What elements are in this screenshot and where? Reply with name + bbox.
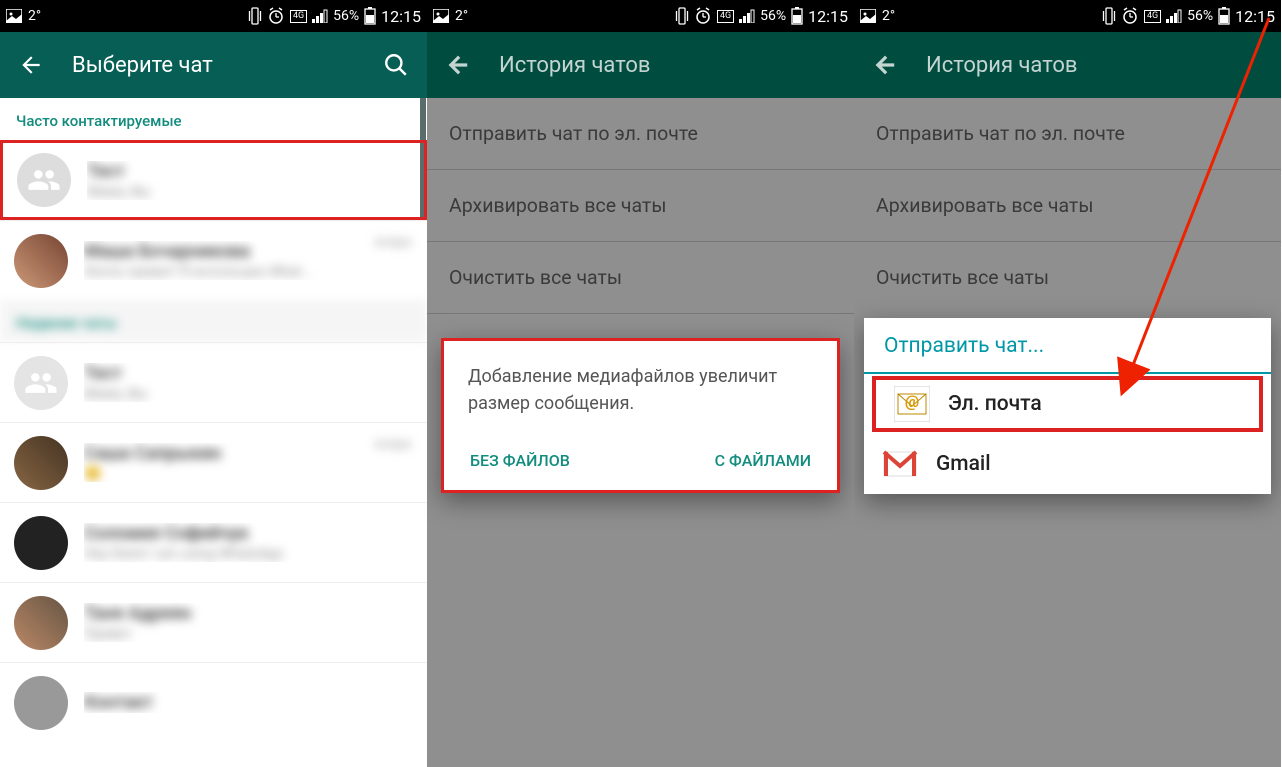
chat-item[interactable]: Саша Сапрыкин 😊 вчера bbox=[0, 422, 427, 502]
settings-item-email-chat[interactable]: Отправить чат по эл. почте bbox=[427, 98, 854, 170]
chat-list: Часто контактируемые Тест Мама, Вы Маша … bbox=[0, 98, 427, 767]
chat-name: Таня Адреян bbox=[84, 603, 413, 624]
status-battery-pct: 56% bbox=[1187, 8, 1213, 24]
title-bar: История чатов bbox=[854, 32, 1281, 98]
avatar bbox=[14, 234, 68, 288]
avatar bbox=[14, 436, 68, 490]
page-title: История чатов bbox=[926, 53, 1263, 78]
share-option-label: Gmail bbox=[936, 452, 991, 476]
screen-chat-history-dialog: 2° 4G 56% 12:15 История чатов Отправить … bbox=[427, 0, 854, 767]
network-4g-icon: 4G bbox=[1144, 10, 1161, 23]
without-files-button[interactable]: БЕЗ ФАЙЛОВ bbox=[468, 445, 572, 476]
status-temp: 2° bbox=[882, 8, 895, 24]
share-sheet: Отправить чат... @ Эл. почта Gmail bbox=[864, 318, 1271, 494]
share-option-email[interactable]: @ Эл. почта bbox=[872, 376, 1263, 432]
chat-subtitle: Хелло привет! Я использую What... bbox=[84, 264, 413, 280]
title-bar: История чатов bbox=[427, 32, 854, 98]
signal-icon bbox=[739, 9, 755, 23]
signal-icon bbox=[1166, 9, 1182, 23]
page-title: История чатов bbox=[499, 53, 836, 78]
chat-name: Контакт bbox=[84, 692, 413, 713]
share-option-label: Эл. почта bbox=[948, 392, 1042, 416]
email-app-icon: @ bbox=[894, 386, 930, 422]
chat-name: Саша Сапрыкин bbox=[84, 443, 413, 464]
chat-subtitle: Привет bbox=[84, 626, 413, 642]
picture-icon bbox=[860, 9, 876, 23]
avatar bbox=[14, 676, 68, 730]
vibrate-icon bbox=[1102, 7, 1116, 25]
chat-item[interactable]: Соломия Софийчук Hey there! I am using Wh… bbox=[0, 502, 427, 582]
back-icon[interactable] bbox=[872, 52, 898, 78]
vibrate-icon bbox=[248, 7, 262, 25]
chat-name: Маша Бочарникова bbox=[84, 241, 413, 262]
chat-time: вчера bbox=[375, 437, 411, 452]
alarm-icon bbox=[1121, 7, 1139, 25]
gmail-app-icon bbox=[882, 446, 918, 482]
network-4g-icon: 4G bbox=[290, 10, 307, 23]
chat-item[interactable]: Контакт bbox=[0, 662, 427, 742]
chat-item[interactable]: Таня Адреян Привет bbox=[0, 582, 427, 662]
media-confirm-dialog: Добавление медиафайлов увеличит размер с… bbox=[441, 338, 840, 493]
battery-icon bbox=[1218, 7, 1230, 25]
page-title: Выберите чат bbox=[72, 53, 383, 78]
battery-icon bbox=[791, 7, 803, 25]
vibrate-icon bbox=[675, 7, 689, 25]
chat-item[interactable]: Тест Мама, Вы bbox=[0, 342, 427, 422]
back-icon[interactable] bbox=[18, 52, 44, 78]
status-temp: 2° bbox=[455, 8, 468, 24]
dialog-message: Добавление медиафайлов увеличит размер с… bbox=[468, 363, 813, 417]
share-sheet-title: Отправить чат... bbox=[864, 318, 1271, 374]
section-header-recent: Недвние чаты bbox=[0, 300, 427, 342]
status-bar: 2° 4G 56% 12:15 bbox=[0, 0, 427, 32]
chat-subtitle: 😊 bbox=[84, 466, 413, 482]
signal-icon bbox=[312, 9, 328, 23]
title-bar: Выберите чат bbox=[0, 32, 427, 98]
status-time: 12:15 bbox=[381, 7, 421, 26]
chat-subtitle: Мама, Вы bbox=[87, 184, 410, 200]
chat-name: Соломия Софийчук bbox=[84, 523, 413, 544]
settings-item-email-chat[interactable]: Отправить чат по эл. почте bbox=[854, 98, 1281, 170]
chat-subtitle: Мама, Вы bbox=[84, 386, 413, 402]
alarm-icon bbox=[694, 7, 712, 25]
chat-item-highlighted[interactable]: Тест Мама, Вы bbox=[0, 140, 427, 220]
with-files-button[interactable]: С ФАЙЛАМИ bbox=[713, 445, 813, 476]
status-battery-pct: 56% bbox=[760, 8, 786, 24]
battery-icon bbox=[364, 7, 376, 25]
svg-text:@: @ bbox=[905, 392, 919, 411]
screen-chat-history-share: 2° 4G 56% 12:15 История чатов Отправить … bbox=[854, 0, 1281, 767]
search-icon[interactable] bbox=[383, 52, 409, 78]
avatar bbox=[14, 516, 68, 570]
status-temp: 2° bbox=[28, 8, 41, 24]
settings-item-clear-all[interactable]: Очистить все чаты bbox=[427, 242, 854, 314]
chat-time: вчера bbox=[375, 235, 411, 250]
picture-icon bbox=[6, 9, 22, 23]
settings-item-clear-all[interactable]: Очистить все чаты bbox=[854, 242, 1281, 313]
group-avatar-icon bbox=[14, 356, 68, 410]
status-bar: 2° 4G 56% 12:15 bbox=[854, 0, 1281, 32]
screen-select-chat: 2° 4G 56% 12:15 Выберите чат Часто конта… bbox=[0, 0, 427, 767]
status-battery-pct: 56% bbox=[333, 8, 359, 24]
settings-item-archive-all[interactable]: Архивировать все чаты bbox=[427, 170, 854, 242]
chat-name: Тест bbox=[87, 161, 410, 182]
section-header-frequent: Часто контактируемые bbox=[0, 98, 427, 140]
chat-subtitle: Hey there! I am using WhatsApp bbox=[84, 546, 413, 562]
status-time: 12:15 bbox=[808, 7, 848, 26]
status-time: 12:15 bbox=[1235, 7, 1275, 26]
settings-list: Отправить чат по эл. почте Архивировать … bbox=[427, 98, 854, 767]
chat-item[interactable]: Маша Бочарникова Хелло привет! Я использ… bbox=[0, 220, 427, 300]
status-bar: 2° 4G 56% 12:15 bbox=[427, 0, 854, 32]
back-icon[interactable] bbox=[445, 52, 471, 78]
settings-list: Отправить чат по эл. почте Архивировать … bbox=[854, 98, 1281, 767]
alarm-icon bbox=[267, 7, 285, 25]
avatar bbox=[14, 596, 68, 650]
picture-icon bbox=[433, 9, 449, 23]
share-option-gmail[interactable]: Gmail bbox=[864, 434, 1271, 494]
group-avatar-icon bbox=[17, 153, 71, 207]
settings-item-archive-all[interactable]: Архивировать все чаты bbox=[854, 170, 1281, 242]
chat-name: Тест bbox=[84, 363, 413, 384]
network-4g-icon: 4G bbox=[717, 10, 734, 23]
